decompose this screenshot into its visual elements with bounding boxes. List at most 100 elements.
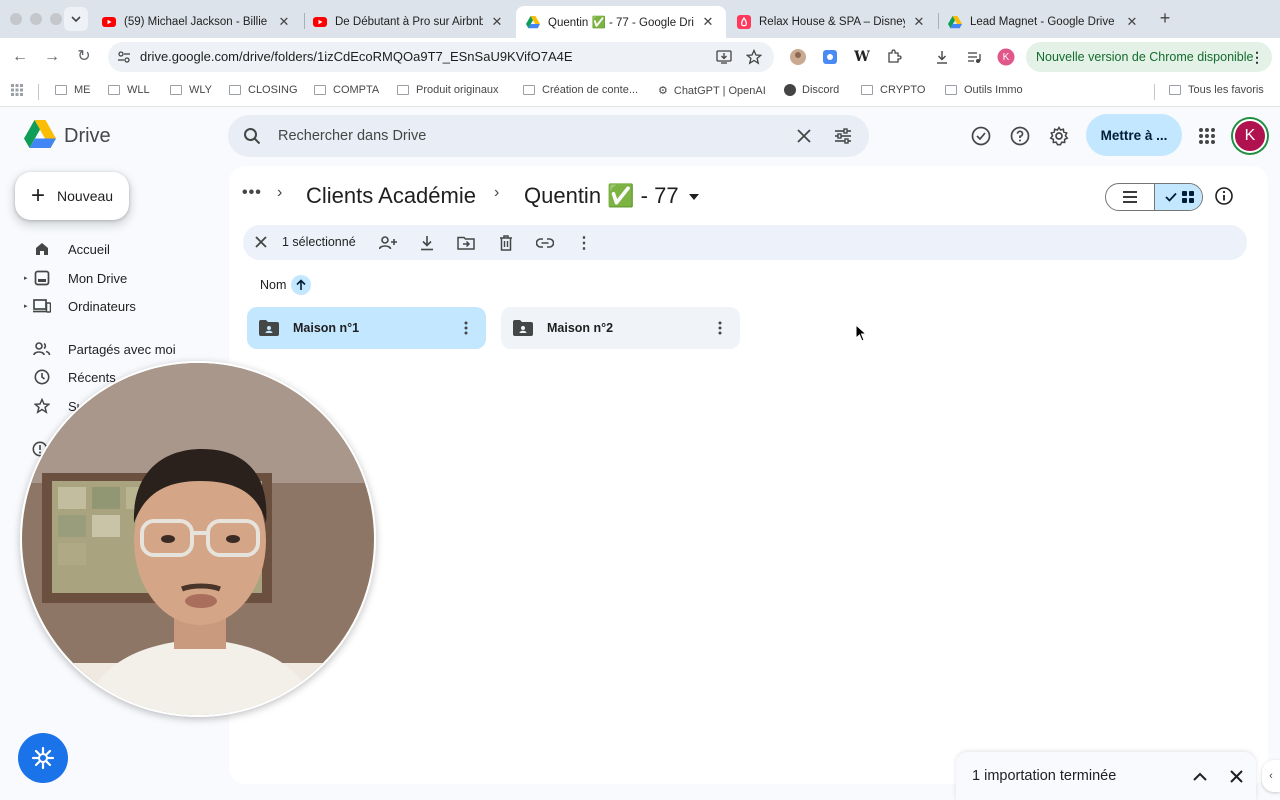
sidebar-item-computers[interactable]: ▸ Ordinateurs xyxy=(24,292,224,320)
folder-icon xyxy=(397,85,409,95)
browser-tab-1[interactable]: (59) Michael Jackson - Billie Jean ✕ xyxy=(92,6,302,38)
wikipedia-icon[interactable]: W xyxy=(852,47,872,67)
browser-tab-3-active[interactable]: Quentin ✅ - 77 - Google Drive ✕ xyxy=(516,6,726,38)
close-icon[interactable]: ✕ xyxy=(489,14,505,30)
bookmark-star-icon[interactable] xyxy=(744,47,764,67)
list-view-button[interactable] xyxy=(1106,184,1154,210)
share-person-add-icon[interactable] xyxy=(378,233,398,253)
folder-card-maison-1[interactable]: Maison n°1 xyxy=(247,307,486,349)
bookmark-folder[interactable]: COMPTA xyxy=(314,84,379,96)
extension-avatar-icon[interactable] xyxy=(788,47,808,67)
folder-icon xyxy=(1169,85,1181,95)
folder-icon xyxy=(523,85,535,95)
bookmark-folder[interactable]: ME xyxy=(55,84,91,96)
trash-icon[interactable] xyxy=(496,233,516,253)
expand-caret-icon[interactable]: ▸ xyxy=(24,274,32,282)
breadcrumb-current[interactable]: Quentin ✅ - 77 xyxy=(524,183,699,209)
tab-title: Lead Magnet - Google Drive xyxy=(970,16,1115,28)
clock-icon xyxy=(32,367,52,387)
tab-search-button[interactable] xyxy=(64,7,88,31)
chrome-update-button[interactable]: Nouvelle version de Chrome disponible ⋮ xyxy=(1026,42,1272,72)
new-tab-button[interactable]: + xyxy=(1156,9,1174,27)
bookmark-folder[interactable]: CLOSING xyxy=(229,84,298,96)
sort-ascending-arrow-icon[interactable] xyxy=(291,275,311,295)
move-to-folder-icon[interactable] xyxy=(456,233,476,253)
download-icon[interactable] xyxy=(417,233,437,253)
reload-icon[interactable]: ↻ xyxy=(74,47,94,67)
extensions-puzzle-icon[interactable] xyxy=(884,47,904,67)
grid-view-button[interactable] xyxy=(1154,184,1202,210)
chevron-up-icon[interactable] xyxy=(1190,766,1210,786)
close-icon[interactable]: ✕ xyxy=(276,14,292,30)
copy-link-icon[interactable] xyxy=(535,233,555,253)
search-bar[interactable]: Rechercher dans Drive xyxy=(228,115,869,157)
bookmark-folder[interactable]: CRYPTO xyxy=(861,84,925,96)
openai-icon: ⚙ xyxy=(658,85,668,97)
download-icon[interactable] xyxy=(932,47,952,67)
info-icon[interactable] xyxy=(1214,186,1234,206)
bookmark-link[interactable]: ⚙ ChatGPT | OpenAI xyxy=(658,84,766,98)
help-icon[interactable] xyxy=(1009,125,1031,147)
close-window-button[interactable] xyxy=(10,13,22,25)
sidebar-item-my-drive[interactable]: ▸ Mon Drive xyxy=(24,264,224,292)
close-icon[interactable]: ✕ xyxy=(911,14,927,30)
upload-status-panel: 1 importation terminée xyxy=(956,752,1256,800)
browser-tab-5[interactable]: Lead Magnet - Google Drive ✕ xyxy=(938,6,1150,38)
media-controls-icon[interactable] xyxy=(964,47,984,67)
settings-gear-icon[interactable] xyxy=(1048,125,1070,147)
back-arrow-icon[interactable]: ← xyxy=(10,47,30,67)
install-app-icon[interactable] xyxy=(714,47,734,67)
minimize-window-button[interactable] xyxy=(30,13,42,25)
folder-icon xyxy=(314,85,326,95)
bookmarks-bar: ME WLL WLY CLOSING COMPTA Produit origin… xyxy=(0,80,1280,104)
sort-column-label[interactable]: Nom xyxy=(260,278,286,292)
breadcrumb-parent[interactable]: Clients Académie xyxy=(306,183,476,209)
close-icon[interactable]: ✕ xyxy=(700,14,716,30)
sidebar-item-home[interactable]: Accueil xyxy=(24,235,224,263)
search-options-icon[interactable] xyxy=(833,126,853,146)
new-button[interactable]: + Nouveau xyxy=(15,172,129,220)
expand-caret-icon[interactable]: ▸ xyxy=(24,302,32,310)
clear-search-icon[interactable] xyxy=(794,126,814,146)
more-vert-icon[interactable]: ⋮ xyxy=(1250,49,1264,66)
chevron-right-icon: › xyxy=(277,184,283,201)
drive-icon xyxy=(948,15,962,29)
folder-card-maison-2[interactable]: Maison n°2 xyxy=(501,307,740,349)
bookmark-folder[interactable]: Outils Immo xyxy=(945,84,1023,96)
bookmark-folder[interactable]: WLY xyxy=(170,84,212,96)
bookmark-folder[interactable]: WLL xyxy=(108,84,150,96)
bookmark-folder[interactable]: Produit originaux xyxy=(397,84,499,96)
all-bookmarks-folder[interactable]: Tous les favoris xyxy=(1169,84,1264,96)
browser-tab-4[interactable]: Relax House & SPA – Disneyland ✕ xyxy=(727,6,937,38)
search-input[interactable]: Rechercher dans Drive xyxy=(278,128,426,144)
upgrade-button[interactable]: Mettre à ... xyxy=(1086,114,1182,156)
address-bar[interactable]: drive.google.com/drive/folders/1izCdEcoR… xyxy=(108,42,774,72)
breadcrumb-more-button[interactable]: ••• xyxy=(242,184,262,202)
sidebar-item-shared[interactable]: Partagés avec moi xyxy=(24,335,224,363)
tab-title: Relax House & SPA – Disneyland xyxy=(759,16,905,28)
close-icon[interactable]: ✕ xyxy=(1124,14,1140,30)
side-panel-toggle[interactable]: ‹ xyxy=(1262,760,1280,792)
bookmark-folder[interactable]: Création de conte... xyxy=(523,84,638,96)
discord-icon xyxy=(784,84,796,96)
check-icon xyxy=(1165,192,1177,202)
extension-blue-icon[interactable] xyxy=(820,47,840,67)
account-avatar[interactable]: K xyxy=(1233,119,1267,153)
search-icon[interactable] xyxy=(242,126,262,146)
folder-more-icon[interactable] xyxy=(710,321,730,335)
browser-tab-2[interactable]: De Débutant à Pro sur Airbnb ✕ xyxy=(303,6,515,38)
floating-assistant-button[interactable] xyxy=(18,733,68,783)
bookmark-link[interactable]: Discord xyxy=(784,84,839,96)
maximize-window-button[interactable] xyxy=(50,13,62,25)
clear-selection-icon[interactable] xyxy=(252,233,270,251)
site-settings-icon[interactable] xyxy=(114,47,134,67)
more-actions-icon[interactable]: ⋮ xyxy=(574,233,594,253)
tab-title: Quentin ✅ - 77 - Google Drive xyxy=(548,17,694,29)
forward-arrow-icon[interactable]: → xyxy=(42,47,62,67)
offline-ready-icon[interactable] xyxy=(970,125,992,147)
profile-avatar[interactable]: K xyxy=(996,47,1016,67)
apps-grid-icon[interactable] xyxy=(11,84,23,96)
google-apps-icon[interactable] xyxy=(1196,125,1218,147)
close-icon[interactable] xyxy=(1226,766,1246,786)
folder-more-icon[interactable] xyxy=(456,321,476,335)
